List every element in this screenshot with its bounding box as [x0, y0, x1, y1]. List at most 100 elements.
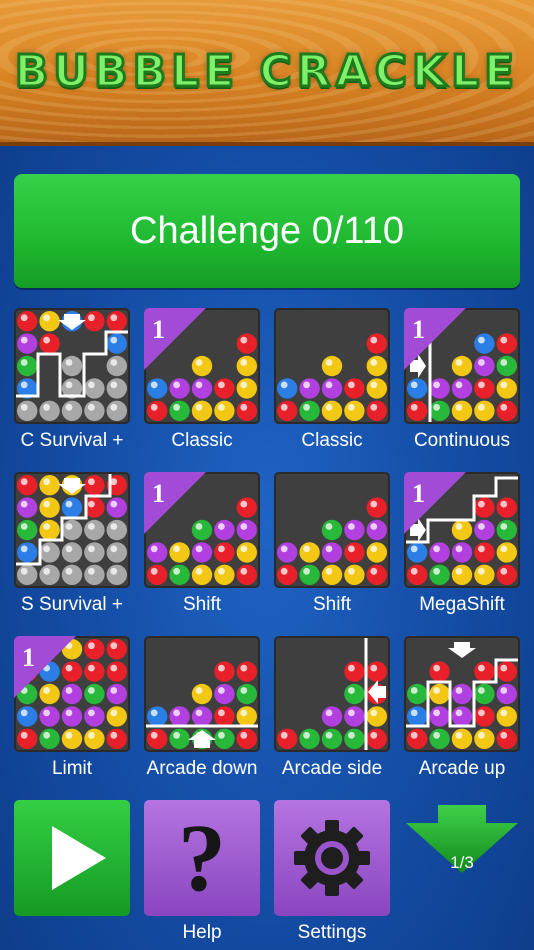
bubble — [17, 475, 38, 496]
bubble-highlight — [240, 731, 248, 739]
bubble — [17, 728, 38, 749]
bubble — [451, 355, 473, 377]
app-logo: BUBBLE CRACKLE — [13, 45, 520, 99]
bubble-highlight — [20, 381, 28, 389]
mode-thumbnail: 1 — [144, 472, 260, 588]
bubble — [474, 333, 495, 354]
bubble-highlight — [500, 523, 508, 530]
bubble — [299, 542, 320, 563]
bubble-highlight — [20, 709, 28, 717]
mode-arcade-down[interactable]: Arcade down — [144, 636, 260, 780]
bubble-highlight — [410, 731, 418, 739]
next-page-button[interactable]: 1/3 — [404, 805, 520, 873]
bubble — [84, 728, 105, 749]
bubble-highlight — [110, 403, 118, 411]
bubble — [277, 542, 298, 563]
bubble-highlight — [433, 709, 440, 717]
bubble — [169, 400, 190, 421]
bubble-highlight — [370, 731, 378, 739]
mode-classic-1[interactable]: 1 Classic — [144, 308, 260, 452]
bubble — [214, 564, 235, 585]
mode-arcade-up[interactable]: Arcade up — [404, 636, 520, 780]
bubble-highlight — [65, 403, 73, 411]
bubble — [407, 378, 428, 399]
bubble-highlight — [43, 709, 50, 717]
bubble — [191, 706, 213, 727]
bubble — [17, 542, 38, 563]
bubble-highlight — [455, 403, 463, 411]
bubble — [366, 706, 387, 727]
play-button[interactable] — [14, 800, 130, 916]
bubble — [61, 661, 83, 682]
bubble — [299, 728, 320, 749]
bubble — [39, 400, 60, 421]
bubble-highlight — [20, 359, 28, 366]
bubble — [299, 400, 320, 421]
help-button[interactable]: ? — [144, 800, 260, 916]
bubble — [39, 333, 60, 354]
bubble-highlight — [478, 500, 485, 508]
bubble-highlight — [173, 381, 180, 389]
mode-continuous[interactable]: 1 Continuous — [404, 308, 520, 452]
bubble — [451, 542, 473, 563]
bubble — [106, 706, 128, 727]
challenge-button[interactable]: Challenge 0/110 — [14, 174, 520, 288]
bubble-highlight — [348, 523, 355, 530]
bubble — [61, 400, 83, 421]
bubble — [496, 728, 517, 749]
mode-shift-2[interactable]: Shift — [274, 472, 390, 616]
bubble-highlight — [500, 687, 508, 694]
bubble-highlight — [110, 731, 118, 739]
bubble-highlight — [433, 403, 440, 411]
bubble — [429, 378, 450, 399]
bubble-highlight — [43, 478, 50, 486]
bubble-highlight — [325, 545, 333, 553]
mode-arcade-side[interactable]: Arcade side — [274, 636, 390, 780]
bubble-highlight — [150, 567, 158, 575]
bubble-highlight — [478, 545, 485, 553]
bubble — [39, 497, 60, 518]
mode-label: Limit — [51, 758, 93, 779]
bubble — [61, 728, 83, 749]
bubble-highlight — [240, 381, 248, 389]
bubble-highlight — [410, 709, 418, 717]
bubble-highlight — [110, 500, 118, 508]
mode-limit[interactable]: 1 Limit — [14, 636, 130, 780]
bubble — [106, 311, 128, 332]
mode-thumbnail — [404, 636, 520, 752]
bubble — [407, 683, 428, 705]
settings-button[interactable] — [274, 800, 390, 916]
bubble — [236, 542, 257, 563]
bubble-highlight — [303, 545, 310, 553]
mode-label: Arcade up — [418, 758, 506, 779]
bubble — [451, 728, 473, 749]
bubble — [496, 333, 517, 354]
bubble — [236, 564, 257, 585]
bubble — [496, 400, 517, 421]
level-badge-number: 1 — [412, 479, 425, 508]
mode-c-survival-plus[interactable]: C Survival + — [14, 308, 130, 452]
bubble-highlight — [65, 359, 73, 366]
mode-classic-2[interactable]: Classic — [274, 308, 390, 452]
bubble — [407, 400, 428, 421]
bubble-highlight — [370, 359, 378, 366]
bubble — [61, 519, 83, 541]
bubble-highlight — [110, 336, 118, 344]
bubble-highlight — [65, 709, 73, 717]
bubble-highlight — [348, 403, 355, 411]
bubble-highlight — [500, 709, 508, 717]
bubble — [496, 378, 517, 399]
mode-megashift[interactable]: 1 MegaShift — [404, 472, 520, 616]
mode-s-survival-plus[interactable]: S Survival + — [14, 472, 130, 616]
bubble-highlight — [433, 687, 440, 694]
mode-shift-1[interactable]: 1 Shift — [144, 472, 260, 616]
bubble-highlight — [455, 709, 463, 717]
title-banner: BUBBLE CRACKLE — [0, 0, 534, 146]
bubble-highlight — [88, 687, 95, 694]
question-mark-icon: ? — [178, 804, 226, 911]
bubble — [191, 564, 213, 585]
bubble — [84, 311, 105, 332]
bubble — [39, 706, 60, 727]
bubble-highlight — [370, 403, 378, 411]
bubble — [451, 706, 473, 727]
